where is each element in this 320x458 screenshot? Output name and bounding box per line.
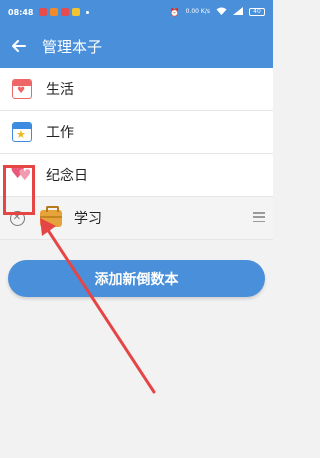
screen: 08:48 ⏰ 0.00 K/s 40 管理本子 ♥ 生活 ★ 工作 ♥ ♥ 纪… (0, 0, 273, 458)
annotation-arrow (40, 218, 156, 394)
